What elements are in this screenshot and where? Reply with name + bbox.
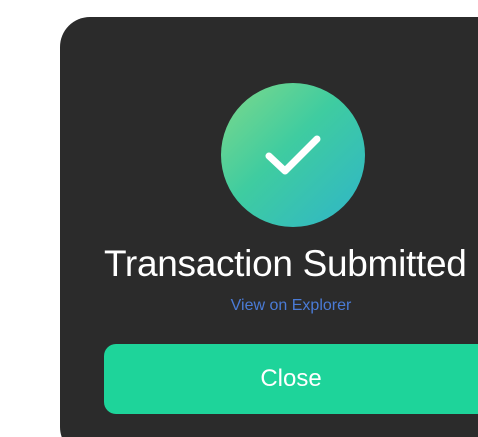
close-button-label: Close (260, 365, 322, 392)
close-button[interactable]: Close (104, 344, 478, 414)
modal-title: Transaction Submitted (104, 243, 467, 284)
view-on-explorer-link[interactable]: View on Explorer (104, 294, 478, 318)
checkmark-icon (265, 135, 321, 175)
viewport: Transaction Submitted View on Explorer C… (0, 0, 478, 437)
success-badge (221, 83, 365, 227)
